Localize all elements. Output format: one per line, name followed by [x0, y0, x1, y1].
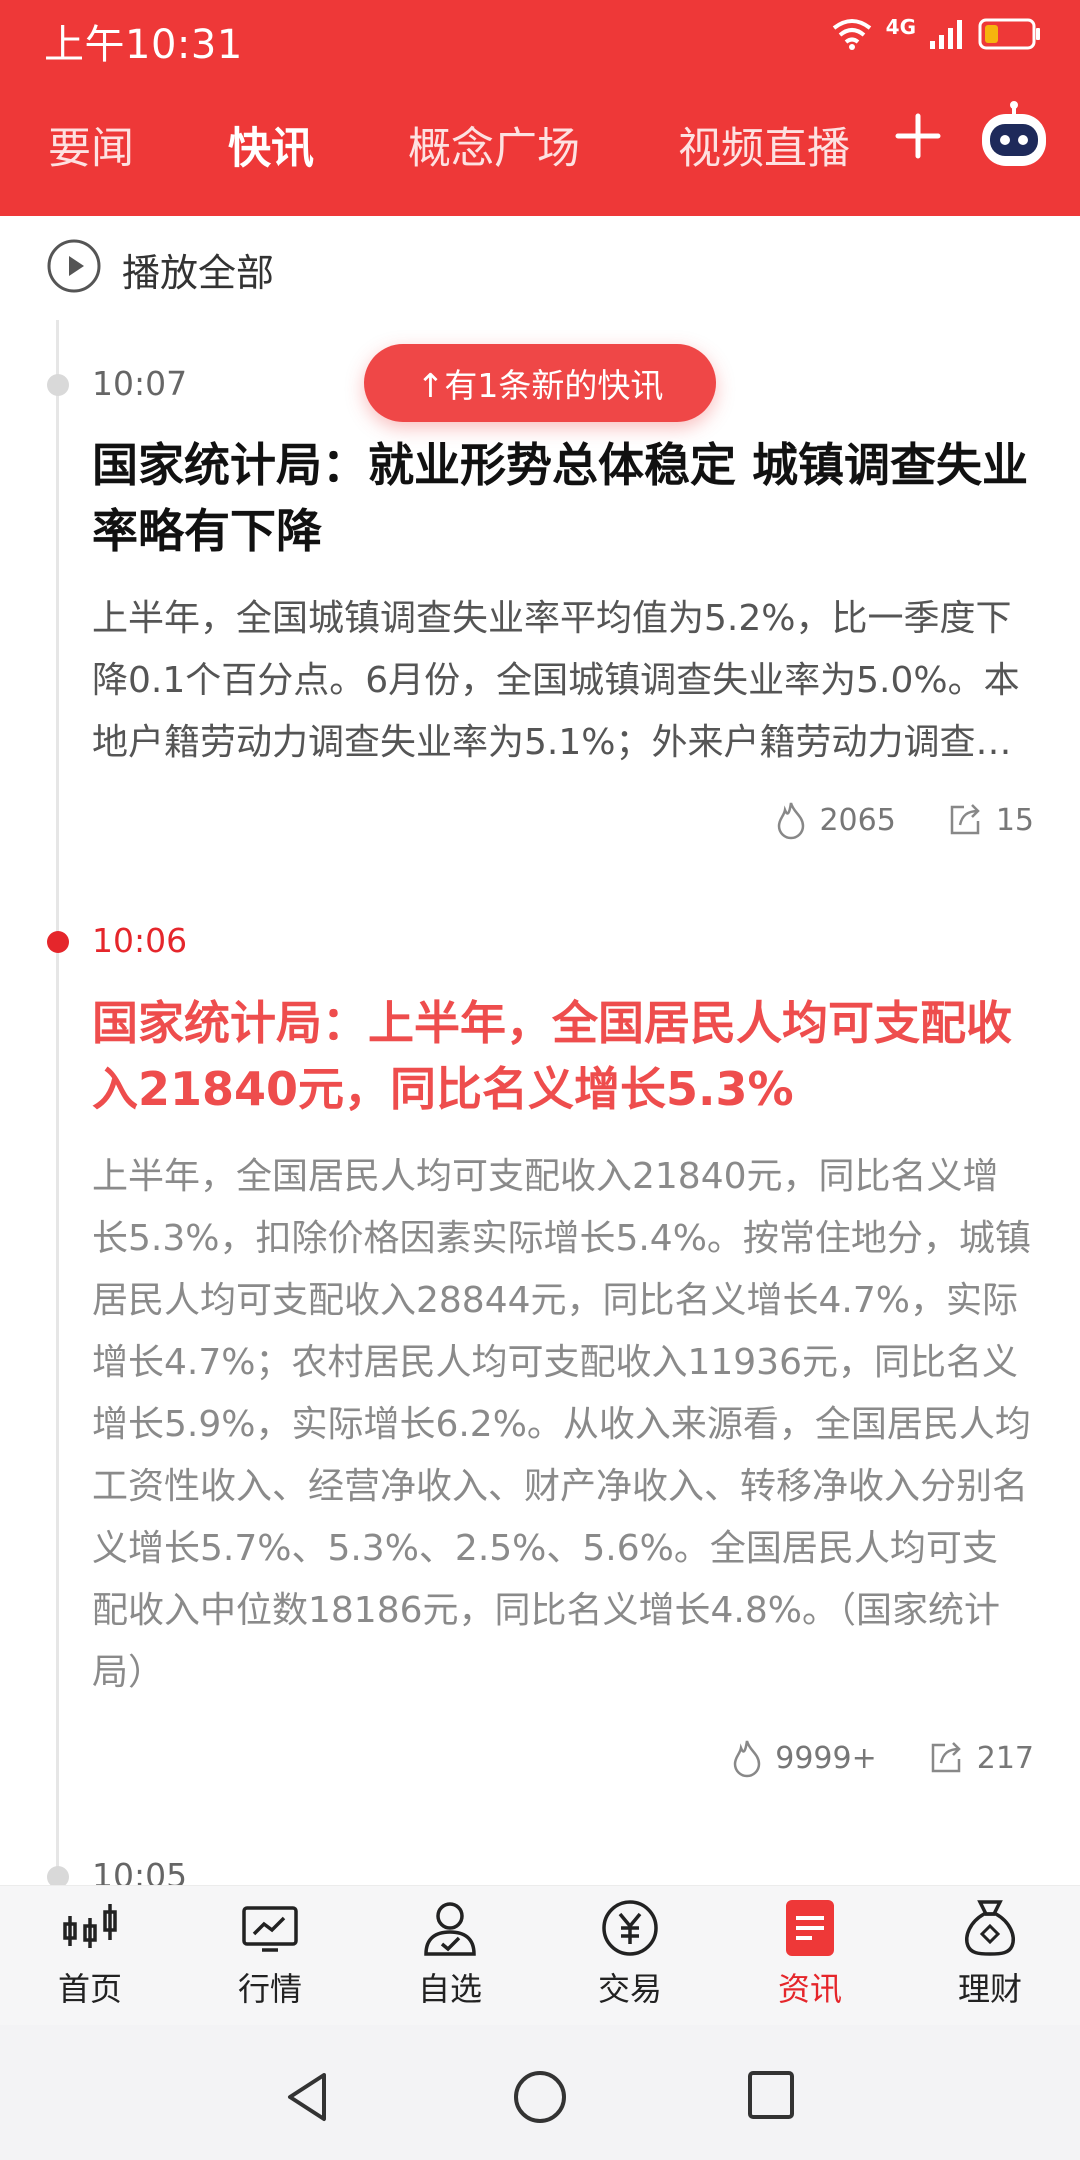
heat-stat: 9999+ — [731, 1738, 877, 1778]
nav-home[interactable]: 首页 — [30, 1896, 150, 2010]
robot-icon[interactable] — [976, 100, 1052, 176]
nav-wealth[interactable]: 理财 — [930, 1896, 1050, 2010]
battery-icon — [978, 18, 1040, 50]
news-doc-icon — [786, 1900, 834, 1956]
new-news-toast[interactable]: ↑有1条新的快讯 — [364, 344, 716, 422]
timeline-dot — [47, 374, 69, 396]
status-icons: 4G — [830, 15, 1042, 52]
signal-icon — [930, 20, 962, 49]
money-bag-icon — [965, 1900, 1015, 1956]
nav-trade[interactable]: 交易 — [570, 1896, 690, 2010]
system-nav-bar — [0, 2025, 1080, 2160]
flame-icon — [778, 802, 805, 840]
flame-icon — [733, 1740, 761, 1778]
network-type: 4G — [885, 15, 916, 39]
user-check-icon — [424, 1902, 476, 1956]
tab-concept-square[interactable]: 概念广场 — [408, 114, 580, 176]
nav-market[interactable]: 行情 — [210, 1896, 330, 2010]
nav-trade-label: 交易 — [597, 1970, 662, 2008]
share-count: 15 — [995, 802, 1034, 838]
share-stat[interactable]: 15 — [946, 801, 1034, 839]
news-time: 10:06 — [92, 921, 188, 960]
header: 上午10:31 4G 要闻 快讯 概念广场 视频直播 — [0, 0, 1080, 216]
nav-news[interactable]: 资讯 — [750, 1896, 870, 2010]
share-icon[interactable] — [946, 801, 984, 839]
nav-home-label: 首页 — [57, 1970, 122, 2008]
status-time: 上午10:31 — [44, 22, 243, 68]
news-stats: 9999+ 217 — [681, 1738, 1034, 1778]
top-nav: 要闻 快讯 概念广场 视频直播 — [0, 96, 1080, 196]
chart-icon — [242, 1906, 298, 1952]
heat-stat: 2065 — [775, 800, 896, 840]
app-screen: 上午10:31 4G 要闻 快讯 概念广场 视频直播 播放全部 10:07 国家… — [0, 0, 1080, 2160]
timeline-line — [56, 320, 59, 1880]
tab-headlines[interactable]: 要闻 — [48, 114, 134, 176]
news-stats: 2065 15 — [725, 800, 1034, 840]
heat-count: 2065 — [819, 802, 896, 838]
wifi-icon — [832, 19, 871, 50]
share-icon[interactable] — [927, 1739, 965, 1777]
yuan-icon — [602, 1900, 658, 1956]
tab-video-live[interactable]: 视频直播 — [678, 114, 850, 176]
home-circle-icon[interactable] — [512, 2069, 568, 2125]
play-icon[interactable] — [46, 238, 102, 294]
timeline-dot-active — [47, 931, 69, 953]
plus-icon[interactable] — [892, 110, 944, 162]
status-bar: 上午10:31 4G — [0, 0, 1080, 74]
share-stat[interactable]: 217 — [927, 1739, 1034, 1777]
nav-watchlist[interactable]: 自选 — [390, 1896, 510, 2010]
nav-market-label: 行情 — [237, 1970, 302, 2008]
heat-count: 9999+ — [775, 1740, 877, 1776]
bottom-nav: 首页 行情 自选 交易 资讯 理财 — [0, 1885, 1080, 2025]
news-body[interactable]: 上半年，全国城镇调查失业率平均值为5.2%，比一季度下降0.1个百分点。6月份，… — [92, 588, 1032, 774]
tab-flash-news[interactable]: 快讯 — [228, 114, 314, 176]
news-body[interactable]: 上半年，全国居民人均可支配收入21840元，同比名义增长5.3%，扣除价格因素实… — [92, 1146, 1032, 1704]
play-all-bar[interactable]: 播放全部 — [0, 216, 1080, 320]
news-title[interactable]: 国家统计局：上半年，全国居民人均可支配收入21840元，同比名义增长5.3% — [92, 990, 1032, 1122]
play-all-label[interactable]: 播放全部 — [122, 242, 274, 297]
nav-watchlist-label: 自选 — [417, 1970, 482, 2008]
share-count: 217 — [976, 1740, 1034, 1776]
candlestick-icon — [63, 1904, 117, 1948]
news-title[interactable]: 国家统计局：就业形势总体稳定 城镇调查失业率略有下降 — [92, 432, 1032, 564]
nav-wealth-label: 理财 — [957, 1970, 1022, 2008]
news-time: 10:07 — [92, 364, 188, 403]
recents-icon[interactable] — [746, 2069, 796, 2121]
back-icon[interactable] — [282, 2069, 332, 2125]
nav-news-label: 资讯 — [777, 1970, 842, 2008]
